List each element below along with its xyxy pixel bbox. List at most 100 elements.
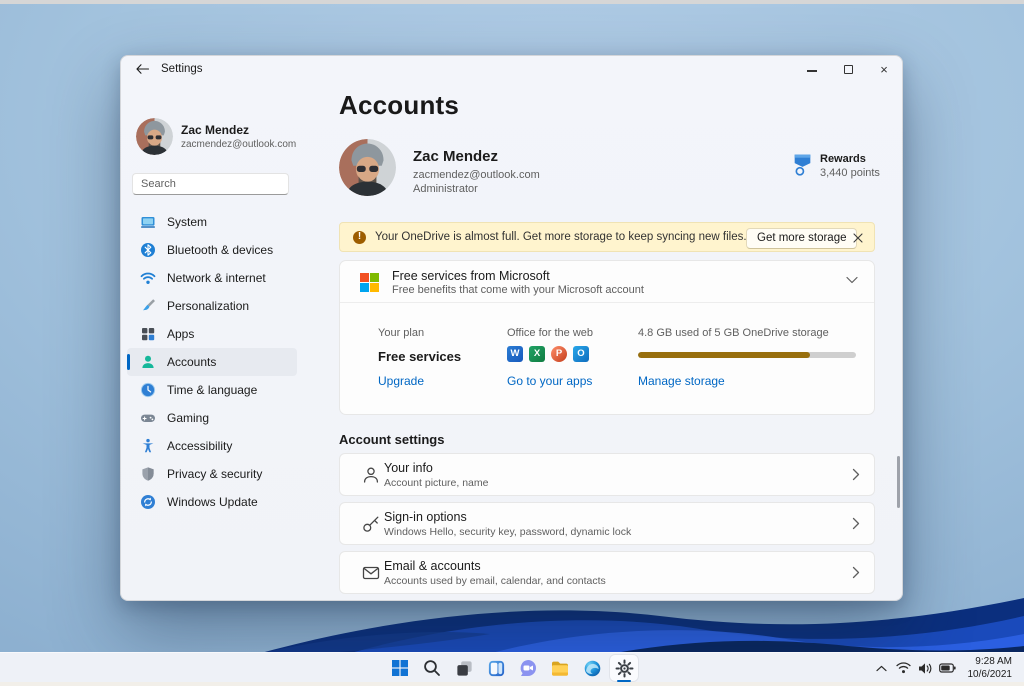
row-subtitle: Account picture, name [384,477,489,489]
onedrive-warning-banner: ! Your OneDrive is almost full. Get more… [339,222,875,252]
sidebar-item-privacy-security[interactable]: Privacy & security [127,460,297,488]
office-app-icons: W X P O [507,346,589,362]
upgrade-link[interactable]: Upgrade [378,374,424,388]
minimize-button[interactable] [794,56,830,82]
get-more-storage-button[interactable]: Get more storage [746,227,858,249]
system-icon [140,214,156,230]
widgets-icon [488,660,504,676]
your-info-row[interactable]: Your info Account picture, name [339,453,875,496]
go-to-apps-link[interactable]: Go to your apps [507,374,592,388]
close-button[interactable]: × [866,56,902,82]
account-settings-heading: Account settings [339,432,445,447]
chevron-right-icon [852,468,860,481]
sidebar-user-account[interactable]: Zac Mendez zacmendez@outlook.com [136,118,296,155]
card-title: Free services from Microsoft [392,269,550,283]
plan-value: Free services [378,349,462,364]
page-title: Accounts [339,90,460,120]
email-accounts-row[interactable]: Email & accounts Accounts used by email,… [339,551,875,594]
folder-icon [552,661,568,676]
sidebar-item-accessibility[interactable]: Accessibility [127,432,297,460]
widgets-button[interactable] [482,655,510,681]
chevron-right-icon [852,517,860,530]
wifi-icon [140,270,156,286]
back-arrow-icon [135,64,149,74]
desktop: Settings × Zac Mendez zacmendez@outlook.… [0,0,1024,686]
sidebar-item-system[interactable]: System [127,208,297,236]
taskbar-clock[interactable]: 9:28 AM 10/6/2021 [960,655,1019,682]
teams-chat-icon [520,660,536,676]
sidebar-item-label: Bluetooth & devices [167,243,274,257]
office-column-label: Office for the web [507,327,594,339]
wifi-status-button[interactable] [894,656,914,680]
sidebar-item-bluetooth-devices[interactable]: Bluetooth & devices [127,236,297,264]
profile-name: Zac Mendez [413,148,499,165]
chevron-up-icon [876,665,887,671]
sidebar-item-network-internet[interactable]: Network & internet [127,264,297,292]
chat-button[interactable] [514,655,542,681]
sidebar-user-email: zacmendez@outlook.com [181,139,297,150]
powerpoint-icon[interactable]: P [551,346,567,362]
content-scrollbar[interactable] [897,456,900,508]
free-services-expander[interactable]: Free services from Microsoft Free benefi… [340,261,874,303]
row-title: Your info [384,461,433,475]
rewards-label: Rewards [820,153,866,165]
tray-overflow-button[interactable] [872,656,892,680]
row-subtitle: Accounts used by email, calendar, and co… [384,575,606,587]
search-button[interactable] [418,655,446,681]
settings-sidebar: Zac Mendez zacmendez@outlook.com System [121,82,321,600]
key-icon [363,516,379,532]
profile-email: zacmendez@outlook.com [413,169,540,181]
sidebar-item-label: Gaming [167,411,210,425]
settings-window: Settings × Zac Mendez zacmendez@outlook.… [120,55,903,601]
outlook-icon[interactable]: O [573,346,589,362]
start-button[interactable] [386,655,414,681]
mail-icon [362,566,380,580]
task-view-button[interactable] [450,655,478,681]
sidebar-item-apps[interactable]: Apps [127,320,297,348]
rewards-widget[interactable]: Rewards 3,440 points [792,153,880,179]
sidebar-item-time-language[interactable]: Time & language [127,376,297,404]
edge-button[interactable] [578,655,606,681]
row-title: Email & accounts [384,559,481,573]
gear-icon [615,659,633,677]
storage-progress-fill [638,352,811,358]
wifi-icon [896,662,911,674]
user-avatar [136,118,173,155]
windows-bloom-wallpaper-art [250,598,1024,656]
sidebar-item-gaming[interactable]: Gaming [127,404,297,432]
accessibility-icon [140,438,156,454]
maximize-icon [843,64,853,74]
banner-close-button[interactable] [850,230,866,246]
sidebar-item-accounts[interactable]: Accounts [127,348,297,376]
clock-time: 9:28 AM [975,655,1012,667]
window-controls: × [794,56,902,82]
search-icon [424,660,440,676]
volume-status-button[interactable] [916,656,936,680]
clock-date: 10/6/2021 [967,669,1013,680]
sidebar-item-label: Windows Update [167,495,258,509]
row-subtitle: Windows Hello, security key, password, d… [384,526,632,538]
sidebar-user-name: Zac Mendez [181,123,250,137]
accounts-page: Accounts Zac Mendez zacmendez@outlook.co… [321,82,902,600]
excel-icon[interactable]: X [529,346,545,362]
task-view-icon [456,660,472,676]
settings-search[interactable] [132,173,289,195]
sidebar-item-label: Accounts [167,355,217,369]
file-explorer-button[interactable] [546,655,574,681]
sidebar-item-personalization[interactable]: Personalization [127,292,297,320]
manage-storage-link[interactable]: Manage storage [638,374,725,388]
battery-icon [939,663,956,673]
sidebar-item-windows-update[interactable]: Windows Update [127,488,297,516]
settings-taskbar-button[interactable] [610,655,638,682]
sidebar-nav: System Bluetooth & devices Network & int… [127,208,297,516]
search-input[interactable] [141,178,283,190]
maximize-button[interactable] [830,56,866,82]
card-subtitle: Free benefits that come with your Micros… [392,284,644,296]
banner-message: Your OneDrive is almost full. Get more s… [375,231,747,243]
word-icon[interactable]: W [507,346,523,362]
profile-role: Administrator [413,183,478,195]
system-tray: 9:28 AM 10/6/2021 [872,653,1019,683]
battery-status-button[interactable] [938,656,958,680]
back-button[interactable] [129,59,155,79]
sign-in-options-row[interactable]: Sign-in options Windows Hello, security … [339,502,875,545]
